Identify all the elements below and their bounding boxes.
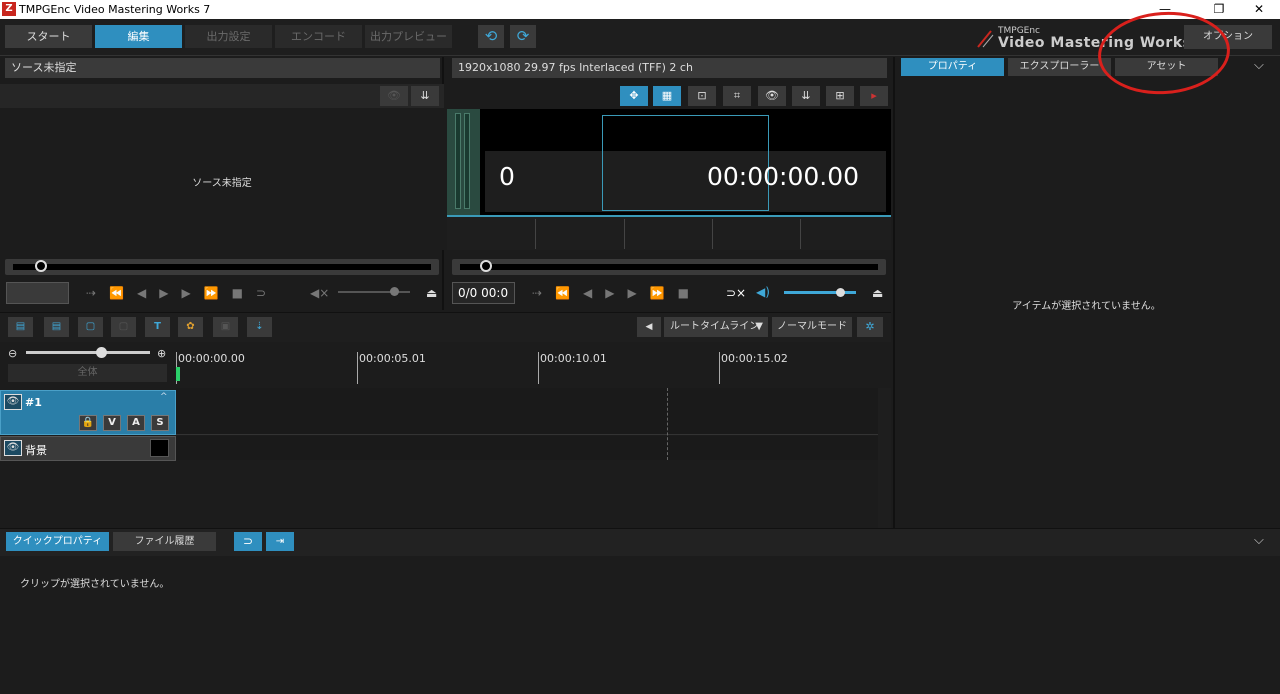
ruler-tick-label: 00:00:15.02 xyxy=(721,352,788,365)
add-effect-icon[interactable]: ✿ xyxy=(178,317,203,337)
source-eject-icon[interactable]: ⏏ xyxy=(426,286,437,300)
bottom-collapse-chevron-icon[interactable]: ⌵ xyxy=(1254,533,1264,548)
normal-mode-button[interactable]: ノーマルモード xyxy=(772,317,852,337)
track-audio-toggle[interactable]: A xyxy=(127,415,145,431)
track-1-lane[interactable] xyxy=(176,388,878,435)
import-tool-icon[interactable]: ⇊ xyxy=(792,86,820,106)
app-logo-icon: Z xyxy=(2,2,16,16)
ruler-tick-label: 00:00:10.01 xyxy=(540,352,607,365)
tab-properties[interactable]: プロパティ xyxy=(901,58,1004,76)
color-tool-icon[interactable]: ▸ xyxy=(860,86,888,106)
tab-explorer[interactable]: エクスプローラー xyxy=(1008,58,1111,76)
track-collapse-icon[interactable]: ^ xyxy=(160,392,168,402)
source-timecode-field[interactable] xyxy=(6,282,69,304)
counter-time-value: 00:0 xyxy=(481,286,509,300)
background-track-lane[interactable] xyxy=(176,436,878,460)
mode-encode-button[interactable]: エンコード xyxy=(275,25,362,48)
background-track-name: 背景 xyxy=(25,444,47,457)
source-header: ソース未指定 xyxy=(5,58,440,78)
source-volume-slider[interactable] xyxy=(338,287,410,296)
track-video-toggle[interactable]: V xyxy=(103,415,121,431)
timeline-scrollbar[interactable] xyxy=(878,388,891,528)
counter-value: 0/0 xyxy=(458,286,478,300)
zoom-slider[interactable] xyxy=(26,347,150,358)
view-tool-icon[interactable]: 👁 xyxy=(758,86,786,106)
clip-frame-icon[interactable]: ▣ xyxy=(213,317,238,337)
close-button[interactable]: ✕ xyxy=(1236,0,1280,19)
audio-meter xyxy=(447,109,480,215)
add-text-icon[interactable]: T xyxy=(145,317,170,337)
preview-seekbar[interactable] xyxy=(452,259,886,275)
preview-info: 1920x1080 29.97 fps Interlaced (TFF) 2 c… xyxy=(452,58,887,78)
zoom-all-button[interactable]: 全体 xyxy=(8,364,167,382)
source-transport-controls[interactable]: ⇢⏪◀▶▶⏩■⊃ xyxy=(86,286,279,300)
ruler-tick xyxy=(357,352,358,384)
add-marker-icon[interactable]: ⇣ xyxy=(247,317,272,337)
source-view-icon[interactable]: 👁 xyxy=(380,86,408,106)
ruler-tick-label: 00:00:00.00 xyxy=(178,352,245,365)
timeline-select[interactable]: ルートタイムライン ▼ xyxy=(664,317,768,337)
source-viewer: ソース未指定 xyxy=(0,108,444,250)
source-import-icon[interactable]: ⇊ xyxy=(411,86,439,106)
track-visibility-eye-icon[interactable]: 👁 xyxy=(4,394,22,410)
background-visibility-eye-icon[interactable]: 👁 xyxy=(4,440,22,456)
crop-tool-icon[interactable]: ⌗ xyxy=(723,86,751,106)
properties-panel xyxy=(893,57,1280,528)
redo-button[interactable]: ⟳ xyxy=(510,25,536,48)
mode-edit-button[interactable]: 編集 xyxy=(95,25,182,48)
skip-forward-icon[interactable]: ⇥ xyxy=(266,532,294,551)
loop-icon[interactable]: ⊃× xyxy=(726,286,746,300)
source-toolbar xyxy=(0,84,444,108)
timeline-end-marker xyxy=(667,388,668,460)
title-bar: Z TMPGEnc Video Mastering Works 7 — ❐ ✕ xyxy=(0,0,1280,19)
window-title: TMPGEnc Video Mastering Works 7 xyxy=(19,3,211,16)
properties-empty-text: アイテムが選択されていません。 xyxy=(1012,301,1161,312)
quick-properties-panel xyxy=(0,556,1280,694)
preview-eject-icon[interactable]: ⏏ xyxy=(872,286,883,300)
mode-output-preview-button[interactable]: 出力プレビュー xyxy=(365,25,452,48)
move-tool-icon[interactable]: ✥ xyxy=(620,86,648,106)
lock-tool-icon[interactable]: ⊡ xyxy=(688,86,716,106)
tab-quick-properties[interactable]: クイックプロパティ xyxy=(6,532,109,551)
loop-clip-icon[interactable]: ⊃ xyxy=(234,532,262,551)
track-solo-toggle[interactable]: S xyxy=(151,415,169,431)
timeline-select-value: ルートタイムライン xyxy=(670,321,760,332)
add-tool-icon[interactable]: ⊞ xyxy=(826,86,854,106)
zoom-in-icon[interactable]: ⊕ xyxy=(157,347,166,360)
timeline-ruler xyxy=(176,342,878,388)
undo-button[interactable]: ⟲ xyxy=(478,25,504,48)
preview-volume-slider[interactable] xyxy=(784,288,856,297)
mode-output-settings-button[interactable]: 出力設定 xyxy=(185,25,272,48)
frame-number: 0 xyxy=(499,162,515,191)
clip-disabled-icon[interactable]: ▢ xyxy=(111,317,136,337)
mini-timeline xyxy=(447,217,891,250)
preview-transport-controls[interactable]: ⇢⏪◀▶▶⏩■ xyxy=(532,286,702,300)
mode-start-button[interactable]: スタート xyxy=(5,25,92,48)
background-color-swatch[interactable] xyxy=(150,439,169,457)
playhead[interactable] xyxy=(176,367,180,381)
zoom-out-icon[interactable]: ⊖ xyxy=(8,347,17,360)
volume-icon[interactable]: ◀) xyxy=(756,285,770,299)
ruler-tick xyxy=(719,352,720,384)
track-1-name: #1 xyxy=(25,396,42,409)
select-arrow-icon: ▼ xyxy=(755,321,763,332)
timeline-settings-gear-icon[interactable]: ✲ xyxy=(857,317,883,337)
timeline-back-icon[interactable]: ◀ xyxy=(637,317,661,337)
add-clip-icon[interactable]: ▢ xyxy=(78,317,103,337)
ruler-tick-label: 00:00:05.01 xyxy=(359,352,426,365)
preview-counter-field[interactable]: 0/0 00:0 xyxy=(452,282,515,304)
track-lock-icon[interactable]: 🔒 xyxy=(79,415,97,431)
remove-track-icon[interactable]: ▤ xyxy=(44,317,69,337)
ruler-tick xyxy=(538,352,539,384)
panel-collapse-chevron-icon[interactable]: ⌵ xyxy=(1254,58,1264,73)
grid-tool-icon[interactable]: ▦ xyxy=(653,86,681,106)
source-empty-text: ソース未指定 xyxy=(192,178,252,189)
source-seekbar[interactable] xyxy=(5,259,439,275)
source-mute-icon[interactable]: ◀× xyxy=(310,286,329,300)
preview-timecode: 00:00:00.00 xyxy=(707,162,860,191)
brand-logo-icon xyxy=(977,30,994,48)
add-track-icon[interactable]: ▤ xyxy=(8,317,33,337)
clip-empty-text: クリップが選択されていません。 xyxy=(20,579,170,590)
tab-file-history[interactable]: ファイル履歴 xyxy=(113,532,216,551)
